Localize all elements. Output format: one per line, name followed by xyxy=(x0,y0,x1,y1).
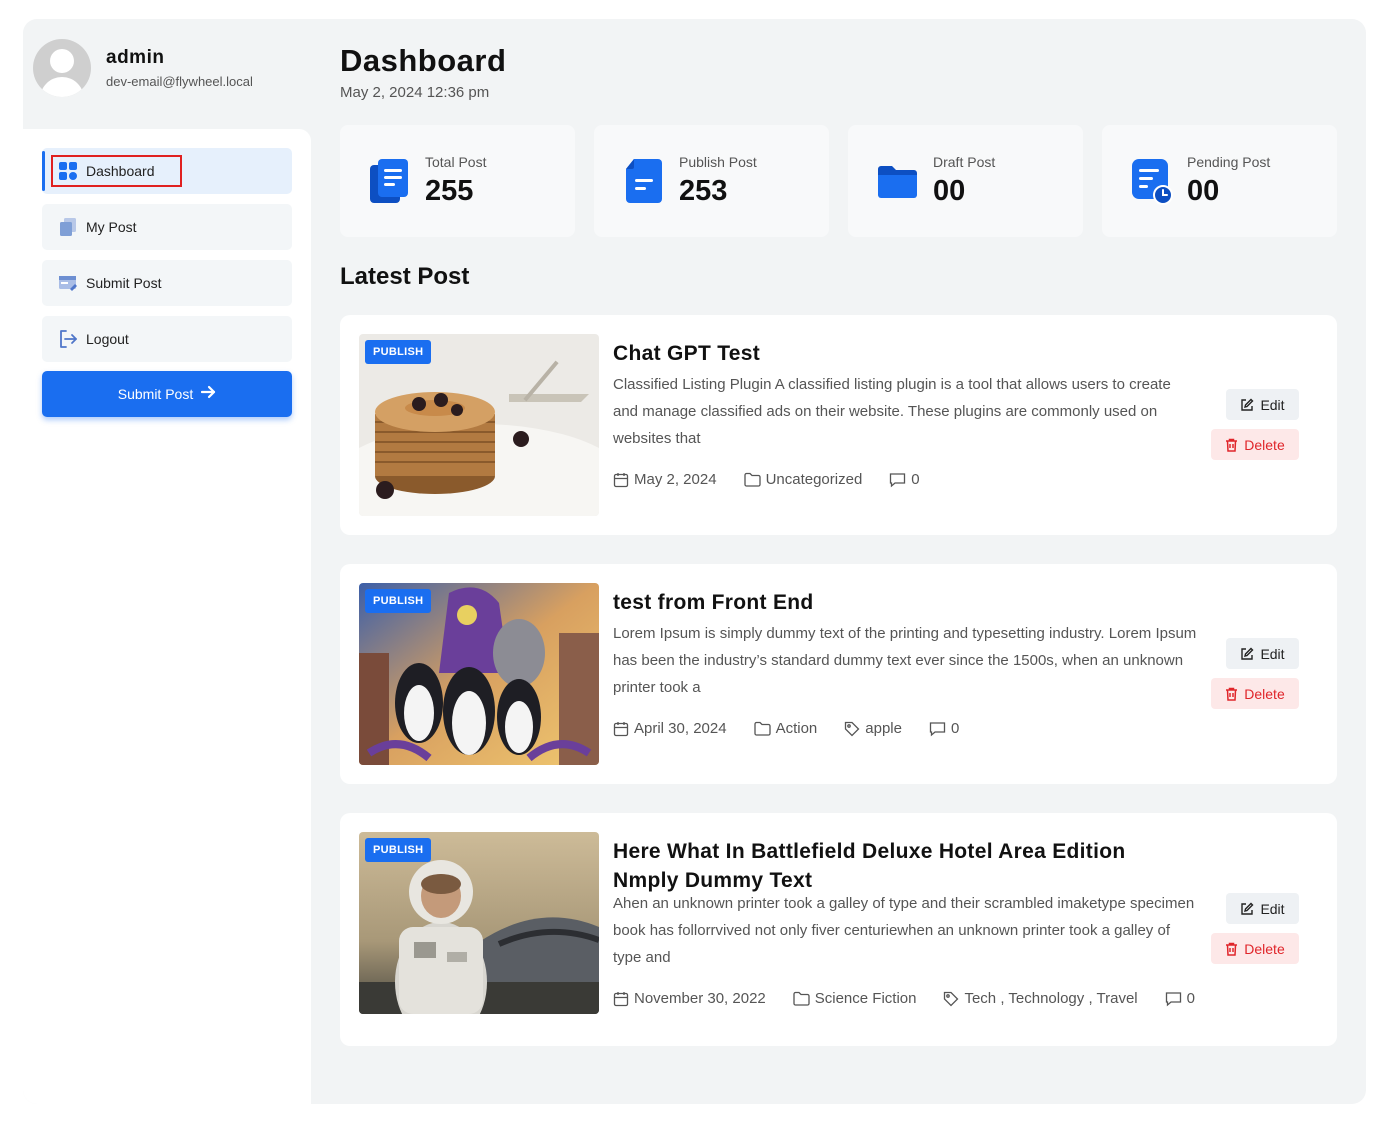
stat-label: Total Post xyxy=(425,154,487,170)
folder-outline-icon xyxy=(793,991,810,1006)
comment-icon xyxy=(929,721,946,736)
edit-card-icon xyxy=(58,273,78,293)
delete-button[interactable]: Delete xyxy=(1211,429,1299,460)
avatar xyxy=(33,39,91,97)
stat-card-draft: Draft Post 00 xyxy=(848,125,1083,237)
logout-icon xyxy=(58,329,78,349)
trash-icon xyxy=(1226,438,1238,452)
stat-label: Pending Post xyxy=(1187,154,1271,170)
dashboard-frame: admin dev-email@flywheel.local Dashboard… xyxy=(23,19,1366,1104)
post-comments[interactable]: 0 xyxy=(1165,990,1195,1007)
post-title[interactable]: test from Front End xyxy=(613,588,1193,617)
sidebar-item-label: Logout xyxy=(86,331,129,347)
calendar-icon xyxy=(613,991,629,1006)
sidebar-item-my-post[interactable]: My Post xyxy=(42,204,292,250)
selection-highlight xyxy=(51,155,182,187)
post-excerpt: Ahen an unknown printer took a galley of… xyxy=(613,895,1195,966)
edit-icon xyxy=(1241,398,1254,411)
post-tags[interactable]: apple xyxy=(844,720,902,737)
post-category[interactable]: Uncategorized xyxy=(743,471,862,488)
post-category[interactable]: Science Fiction xyxy=(793,990,916,1007)
comment-icon xyxy=(1165,991,1181,1006)
post-card: PUBLISH Chat GPT Test Classified Listing… xyxy=(340,315,1337,535)
trash-icon xyxy=(1226,687,1238,701)
edit-button[interactable]: Edit xyxy=(1226,893,1299,924)
edit-icon xyxy=(1241,647,1254,660)
document-icon xyxy=(626,159,662,203)
edit-button[interactable]: Edit xyxy=(1226,389,1299,420)
tag-icon xyxy=(845,721,860,736)
delete-button[interactable]: Delete xyxy=(1211,933,1299,964)
post-date: November 30, 2022 xyxy=(613,990,766,1007)
documents-icon xyxy=(370,159,408,203)
tag-icon xyxy=(944,991,959,1006)
post-excerpt: Lorem Ipsum is simply dummy text of the … xyxy=(613,625,1197,696)
sidebar-item-logout[interactable]: Logout xyxy=(42,316,292,362)
user-name: admin xyxy=(106,47,165,68)
calendar-icon xyxy=(613,721,629,736)
post-thumbnail-astronaut[interactable]: PUBLISH xyxy=(359,832,599,1014)
folder-outline-icon xyxy=(743,472,761,487)
post-category[interactable]: Action xyxy=(753,720,817,737)
stat-card-publish: Publish Post 253 xyxy=(594,125,829,237)
post-thumbnail-pancakes[interactable]: PUBLISH xyxy=(359,334,599,516)
page-title: Dashboard xyxy=(340,43,507,78)
post-date: May 2, 2024 xyxy=(613,471,717,488)
edit-icon xyxy=(1241,902,1254,915)
stat-value: 00 xyxy=(933,175,966,207)
folder-icon xyxy=(878,166,917,198)
post-card: PUBLISH test from Front End Lorem Ipsum … xyxy=(340,564,1337,784)
submit-post-label: Submit Post xyxy=(117,386,194,402)
delete-button[interactable]: Delete xyxy=(1211,678,1299,709)
pending-clock-icon xyxy=(1132,159,1173,205)
stat-card-total: Total Post 255 xyxy=(340,125,575,237)
folder-outline-icon xyxy=(753,721,771,736)
post-title[interactable]: Chat GPT Test xyxy=(613,339,1193,368)
post-card: PUBLISH Here What In Battlefield Deluxe … xyxy=(340,813,1337,1046)
sidebar-item-label: My Post xyxy=(86,219,137,235)
latest-post-heading: Latest Post xyxy=(340,263,470,290)
calendar-icon xyxy=(613,472,629,487)
post-meta: November 30, 2022 Science Fiction Tech ,… xyxy=(613,990,1222,1007)
sidebar-item-label: Submit Post xyxy=(86,275,162,291)
stat-value: 253 xyxy=(679,175,728,207)
post-comments[interactable]: 0 xyxy=(889,471,920,488)
stat-value: 255 xyxy=(425,175,474,207)
submit-post-button[interactable]: Submit Post xyxy=(42,371,292,417)
user-email: dev-email@flywheel.local xyxy=(106,74,253,89)
stat-value: 00 xyxy=(1187,175,1220,207)
post-tags[interactable]: Tech , Technology , Travel xyxy=(943,990,1138,1007)
comment-icon xyxy=(890,472,906,487)
post-date: April 30, 2024 xyxy=(613,720,727,737)
user-profile: admin dev-email@flywheel.local xyxy=(33,38,253,98)
stat-label: Publish Post xyxy=(679,154,757,170)
page-date: May 2, 2024 12:36 pm xyxy=(340,84,490,101)
trash-icon xyxy=(1226,942,1238,956)
stat-label: Draft Post xyxy=(933,154,996,170)
status-badge: PUBLISH xyxy=(365,838,432,862)
edit-button[interactable]: Edit xyxy=(1226,638,1299,669)
stat-card-pending: Pending Post 00 xyxy=(1102,125,1337,237)
status-badge: PUBLISH xyxy=(365,589,432,613)
status-badge: PUBLISH xyxy=(365,340,432,364)
sidebar: Dashboard My Post Submit Post Logout Sub… xyxy=(23,129,311,1104)
sidebar-item-submit-post[interactable]: Submit Post xyxy=(42,260,292,306)
pages-icon xyxy=(58,217,78,237)
post-meta: May 2, 2024 Uncategorized 0 xyxy=(613,471,947,488)
sidebar-item-dashboard[interactable]: Dashboard xyxy=(42,148,292,194)
arrow-right-icon xyxy=(201,385,216,404)
post-comments[interactable]: 0 xyxy=(929,720,959,737)
post-thumbnail-penguins[interactable]: PUBLISH xyxy=(359,583,599,765)
post-title[interactable]: Here What In Battlefield Deluxe Hotel Ar… xyxy=(613,837,1193,895)
post-excerpt: Classified Listing Plugin A classified l… xyxy=(613,376,1171,447)
post-meta: April 30, 2024 Action apple 0 xyxy=(613,720,986,737)
